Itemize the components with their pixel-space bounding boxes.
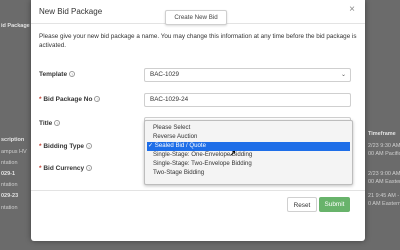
new-bid-package-modal: New Bid Package × Create New Bid Please … bbox=[31, 0, 365, 241]
background-text: id Package bbox=[1, 23, 30, 29]
background-text: Timeframe bbox=[368, 131, 396, 137]
info-icon[interactable]: ? bbox=[86, 143, 93, 149]
dropdown-option[interactable]: Single-Stage: Two-Envelope Bidding bbox=[147, 160, 350, 169]
title-label: Title? bbox=[39, 120, 61, 127]
background-text: 029-1 bbox=[1, 171, 16, 177]
info-icon[interactable]: ? bbox=[86, 165, 93, 171]
bidding-type-label: * Bidding Type? bbox=[39, 143, 93, 150]
dropdown-option[interactable]: Single-Stage: One-Envelope Bidding bbox=[147, 151, 350, 160]
info-icon[interactable]: ? bbox=[69, 71, 76, 77]
dropdown-option[interactable]: Please Select bbox=[147, 124, 350, 133]
background-text: 2/23 9:30 AM - 5 bbox=[368, 143, 400, 149]
footer-divider bbox=[31, 190, 365, 191]
background-text: ntation bbox=[1, 205, 18, 211]
close-icon[interactable]: × bbox=[349, 5, 355, 15]
mouse-cursor-icon: ➚ bbox=[229, 148, 237, 158]
background-text: ampus HV bbox=[1, 149, 27, 155]
dropdown-option-selected[interactable]: ✓ Sealed Bid / Quote bbox=[147, 142, 350, 151]
background-text: 21 9:45 AM - 9/ bbox=[368, 193, 400, 199]
background-text: 00 AM Pacific Ti bbox=[368, 151, 400, 157]
background-text: 029-23 bbox=[1, 193, 19, 199]
reset-button[interactable]: Reset bbox=[287, 197, 317, 212]
intro-text: Please give your new bid package a name.… bbox=[39, 33, 357, 49]
chevron-down-icon: ⌄ bbox=[340, 72, 346, 78]
bidding-type-dropdown[interactable]: Please Select Reverse Auction ✓ Sealed B… bbox=[144, 120, 353, 185]
bid-currency-label: * Bid Currency? bbox=[39, 165, 93, 172]
background-left-column: id Package scription ampus HV ntation 029-1 n… bbox=[0, 0, 33, 250]
background-right-column: Timeframe 2/23 9:30 AM - 5 00 AM Pacific T… bbox=[365, 0, 400, 250]
background-text: ntation bbox=[1, 160, 18, 166]
background-text: scription bbox=[1, 137, 25, 143]
info-icon[interactable]: ? bbox=[54, 120, 61, 126]
background-text: 2/23 9:00 AM - bbox=[368, 171, 400, 177]
template-label: Template? bbox=[39, 71, 76, 78]
background-text: 00 AM Eastern bbox=[368, 179, 400, 185]
background-text: ntation bbox=[1, 182, 18, 188]
bid-package-no-label: * Bid Package No? bbox=[39, 96, 101, 103]
submit-button[interactable]: Submit bbox=[319, 197, 350, 212]
dropdown-option[interactable]: Reverse Auction bbox=[147, 133, 350, 142]
template-select[interactable]: BAC-1029 ⌄ bbox=[144, 68, 351, 82]
background-text: 0 AM Eastern bbox=[368, 201, 400, 207]
modal-title: New Bid Package bbox=[39, 7, 103, 16]
create-new-bid-tooltip: Create New Bid bbox=[165, 10, 227, 25]
dropdown-option[interactable]: Two-Stage Bidding bbox=[147, 169, 350, 178]
bid-package-no-input[interactable]: BAC-1029-24 bbox=[144, 93, 351, 107]
info-icon[interactable]: ? bbox=[94, 96, 101, 102]
